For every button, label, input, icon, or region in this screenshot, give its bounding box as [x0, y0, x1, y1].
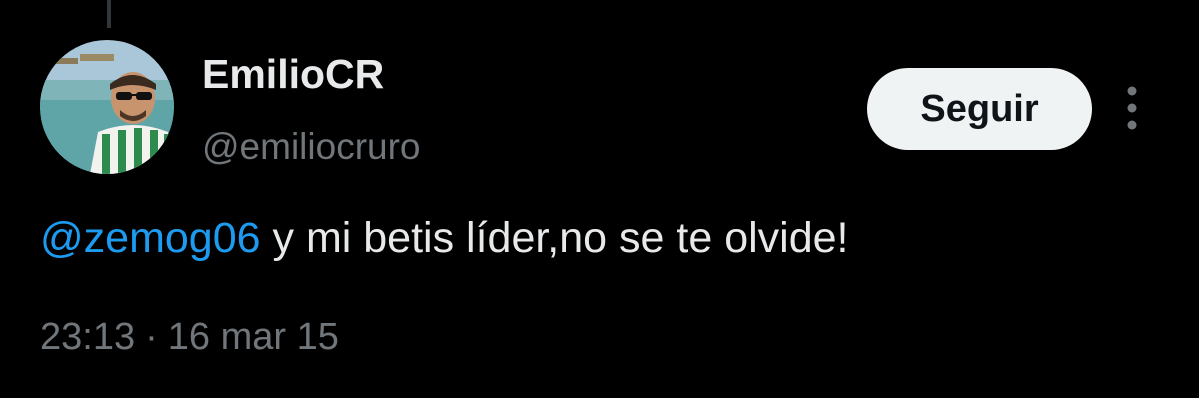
author-display-name[interactable]: EmilioCR: [202, 51, 384, 97]
thread-connector-line: [107, 0, 111, 28]
separator-dot: ·: [145, 316, 158, 358]
tweet-body: y mi betis líder,no se te olvide!: [260, 214, 849, 262]
tweet-text: @zemog06 y mi betis líder,no se te olvid…: [40, 213, 849, 265]
tweet-date: 16 mar 15: [167, 316, 339, 358]
tweet-time: 23:13: [40, 316, 136, 358]
mention-link[interactable]: @zemog06: [40, 214, 261, 262]
tweet-timestamp[interactable]: 23:13 · 16 mar 15: [40, 315, 339, 361]
avatar[interactable]: [40, 40, 174, 174]
more-vertical-icon[interactable]: [1114, 82, 1150, 134]
author-handle[interactable]: @emiliocruro: [202, 126, 421, 168]
follow-button[interactable]: Seguir: [867, 68, 1092, 150]
avatar-image: [40, 40, 174, 174]
